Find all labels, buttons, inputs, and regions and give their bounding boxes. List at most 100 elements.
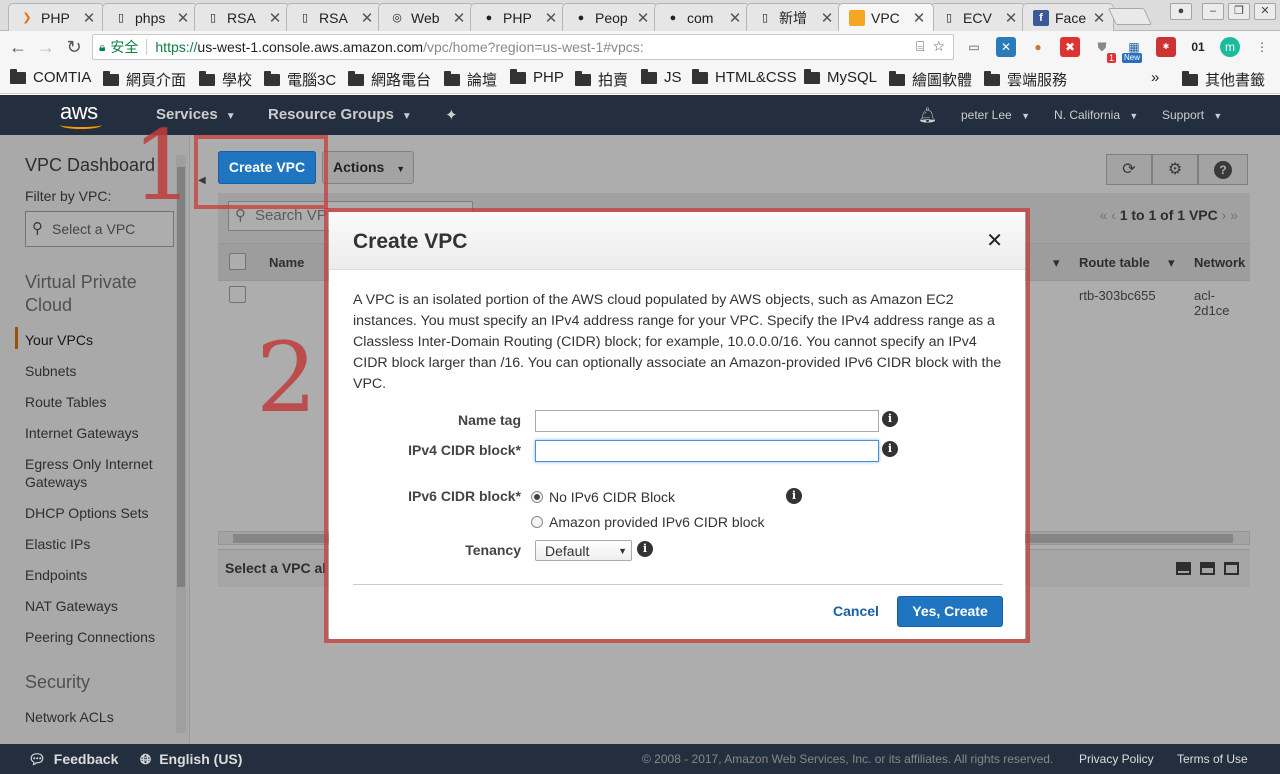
url-domain: us-west-1.console.aws.amazon.com: [197, 39, 424, 55]
close-icon[interactable]: ✕: [449, 9, 469, 27]
extension-m-icon[interactable]: m: [1220, 37, 1240, 57]
create-vpc-button-highlight[interactable]: Create VPC: [218, 151, 316, 184]
close-icon[interactable]: ✕: [725, 9, 745, 27]
info-icon[interactable]: i: [882, 411, 898, 427]
lock-icon: 🔒︎: [99, 39, 106, 54]
bookmark-folder[interactable]: 電腦3C: [264, 69, 336, 90]
tenancy-select[interactable]: Default ▼: [535, 540, 632, 561]
radio-button[interactable]: [531, 491, 543, 503]
bookmark-folder[interactable]: 網頁介面: [103, 69, 186, 90]
resource-groups-menu[interactable]: Resource Groups ▼: [268, 106, 412, 123]
bookmark-folder[interactable]: 網路電台: [348, 69, 431, 90]
bookmark-star-icon[interactable]: ☆: [932, 38, 945, 55]
bookmarks-bar: COMTIA 網頁介面 學校 電腦3C 網路電台 論壇 PHP 拍賣 JS HT…: [0, 63, 1280, 94]
arrow-icon: ❯: [22, 12, 32, 24]
close-icon[interactable]: ✕: [633, 9, 653, 27]
privacy-policy-link[interactable]: Privacy Policy: [1079, 752, 1154, 766]
support-menu[interactable]: Support ▼: [1162, 108, 1222, 122]
chevron-down-icon: ▼: [225, 111, 236, 122]
ipv6-option-none[interactable]: No IPv6 CIDR Block: [531, 489, 675, 505]
browser-tab-strip: ❯ PHP ✕ ▯ phps ✕ ▯ RSA ✕ ▯ RSA ✕ ◎ Web ✕ ● PHP ✕ ● Pe…: [0, 0, 1280, 31]
bookmark-folder[interactable]: 雲端服務: [984, 69, 1067, 90]
browser-tab[interactable]: ▯ ECV ✕: [930, 3, 1026, 31]
close-icon[interactable]: ✕: [909, 9, 929, 27]
close-icon[interactable]: ✕: [817, 9, 837, 27]
other-bookmarks[interactable]: 其他書籤: [1182, 69, 1265, 90]
translate-icon[interactable]: ⌸: [916, 38, 924, 55]
browser-tab[interactable]: ◎ Web ✕: [378, 3, 474, 31]
url-path: /vpc/home?region=us-west-1#vpcs:: [423, 39, 644, 55]
browser-tab[interactable]: ▯ phps ✕: [102, 3, 198, 31]
forward-icon[interactable]: →: [34, 35, 58, 59]
radio-button[interactable]: [531, 516, 543, 528]
extension-icon[interactable]: ✕: [996, 37, 1016, 57]
info-icon[interactable]: i: [637, 541, 653, 557]
window-close-icon[interactable]: ✕: [1254, 3, 1276, 20]
github-icon: ●: [485, 11, 493, 24]
restore-icon[interactable]: ❐: [1228, 3, 1250, 20]
close-icon[interactable]: ✕: [541, 9, 561, 27]
shield-icon[interactable]: ⛊ 1: [1092, 37, 1116, 63]
user-menu[interactable]: peter Lee ▼: [961, 108, 1030, 122]
browser-tab[interactable]: ▯ 新增 ✕: [746, 3, 842, 31]
browser-tab[interactable]: ● PHP ✕: [470, 3, 566, 31]
omnibox-actions: ⌸ ☆: [916, 38, 945, 55]
terms-of-use-link[interactable]: Terms of Use: [1177, 752, 1248, 766]
block-icon[interactable]: ✖: [1060, 37, 1080, 57]
bookmark-folder[interactable]: 學校: [199, 69, 252, 90]
close-icon[interactable]: ✕: [1001, 9, 1021, 27]
annotation-step2: 2: [256, 322, 318, 434]
yes-create-button[interactable]: Yes, Create: [897, 596, 1003, 627]
bookmark-folder[interactable]: 繪圖軟體: [889, 69, 972, 90]
browser-tab[interactable]: ▯ RSA ✕: [194, 3, 290, 31]
ipv6-option-amazon[interactable]: Amazon provided IPv6 CIDR block: [531, 514, 765, 530]
bookmark-folder[interactable]: MySQL: [804, 68, 877, 86]
info-icon[interactable]: i: [882, 441, 898, 457]
folder-icon: [264, 70, 280, 86]
name-tag-input[interactable]: [535, 410, 879, 432]
pin-icon[interactable]: ✦: [445, 106, 458, 124]
bell-icon[interactable]: 🔔︎: [918, 106, 937, 124]
region-menu[interactable]: N. California ▼: [1054, 108, 1138, 122]
extension-icon[interactable]: ✱: [1156, 37, 1176, 57]
new-tab-button[interactable]: [1108, 8, 1152, 25]
back-icon[interactable]: ←: [6, 35, 30, 59]
reload-icon[interactable]: ↻: [62, 35, 86, 59]
browser-tab[interactable]: ❯ PHP ✕: [8, 3, 104, 31]
browser-tab[interactable]: f Face ✕: [1022, 3, 1114, 31]
close-icon[interactable]: ✕: [265, 9, 285, 27]
profile-icon[interactable]: ●: [1170, 3, 1192, 20]
language-selector[interactable]: 🌐︎ English (US): [140, 751, 242, 768]
close-icon[interactable]: ✕: [1089, 9, 1109, 27]
cookie-icon[interactable]: ●: [1028, 37, 1048, 57]
folder-icon: [103, 70, 119, 86]
bookmark-folder[interactable]: PHP: [510, 68, 564, 86]
bookmark-folder[interactable]: 論壇: [444, 69, 497, 90]
feedback-link[interactable]: 💬︎ Feedback: [28, 751, 118, 768]
close-icon[interactable]: ✕: [173, 9, 193, 27]
aws-logo[interactable]: aws: [60, 99, 102, 129]
news-icon[interactable]: ▦ New: [1122, 37, 1144, 63]
menu-icon[interactable]: ⋮: [1252, 37, 1272, 57]
browser-tab-active[interactable]: VPC ✕: [838, 3, 934, 31]
bookmark-folder[interactable]: HTML&CSS: [692, 68, 797, 86]
bookmark-folder[interactable]: JS: [641, 68, 682, 86]
cast-icon[interactable]: ▭: [964, 37, 984, 57]
ipv4-cidr-input[interactable]: [535, 440, 879, 462]
info-icon[interactable]: i: [786, 488, 802, 504]
browser-tab[interactable]: ● com ✕: [654, 3, 750, 31]
bookmarks-overflow[interactable]: »: [1151, 69, 1159, 86]
close-icon[interactable]: ✕: [986, 228, 1003, 253]
bookmark-folder[interactable]: 拍賣: [575, 69, 628, 90]
close-icon[interactable]: ✕: [79, 9, 99, 27]
minimize-icon[interactable]: –: [1202, 3, 1224, 20]
bookmark-folder[interactable]: COMTIA: [10, 68, 91, 86]
badge-count: 1: [1106, 53, 1116, 63]
browser-tab[interactable]: ▯ RSA ✕: [286, 3, 382, 31]
browser-tab[interactable]: ● Peop ✕: [562, 3, 658, 31]
folder-icon: [804, 68, 820, 84]
extension-01-icon[interactable]: 01: [1188, 37, 1208, 57]
cancel-button[interactable]: Cancel: [833, 603, 879, 619]
address-bar[interactable]: 🔒︎ 安全 https://us-west-1.console.aws.amaz…: [92, 34, 954, 60]
close-icon[interactable]: ✕: [357, 9, 377, 27]
